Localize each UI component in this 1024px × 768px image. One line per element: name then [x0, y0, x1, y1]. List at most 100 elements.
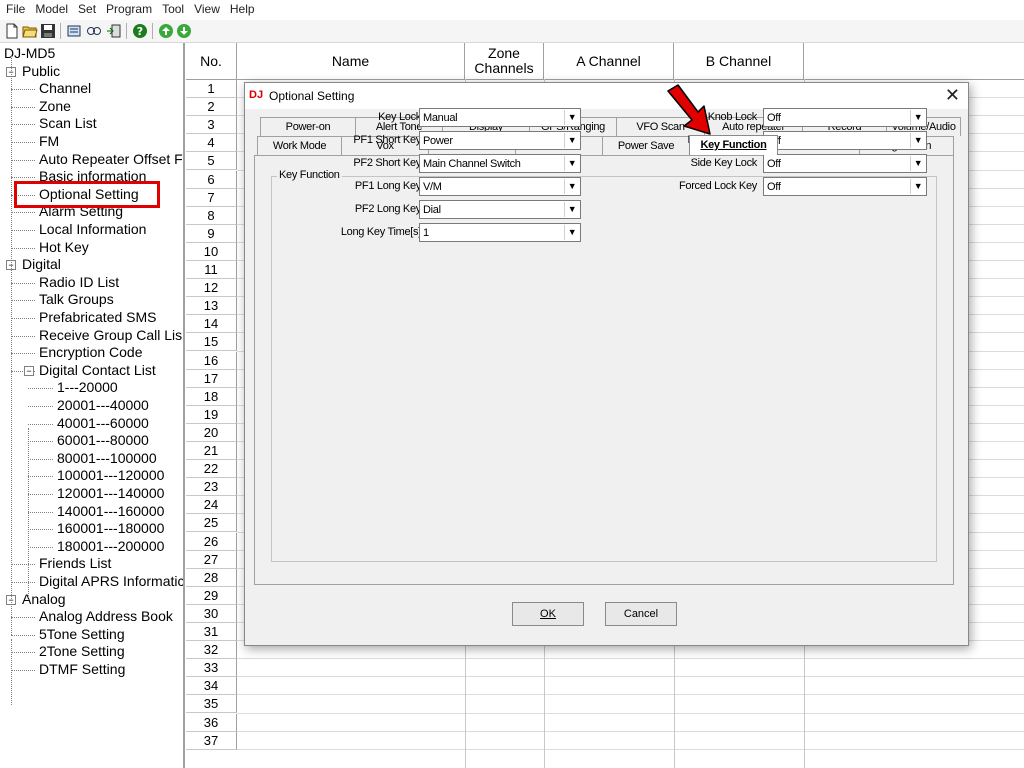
chevron-down-icon[interactable]: ▼ [564, 156, 579, 171]
chevron-down-icon[interactable]: ▼ [910, 179, 925, 194]
row-number[interactable]: 15 [186, 333, 237, 352]
tree-item[interactable]: Auto Repeater Offset F [39, 151, 183, 168]
row-number[interactable]: 13 [186, 297, 237, 316]
tree-node-contact-list[interactable]: Digital Contact List [39, 362, 156, 379]
row-number[interactable]: 10 [186, 242, 237, 261]
tree-item[interactable]: Talk Groups [39, 291, 114, 308]
row-number[interactable]: 34 [186, 677, 237, 696]
tree-item[interactable]: Scan List [39, 115, 97, 132]
tree-item[interactable]: Friends List [39, 555, 111, 572]
dropdown-select[interactable]: Power ▼ [419, 131, 581, 150]
read-radio-icon[interactable] [66, 23, 82, 39]
chevron-down-icon[interactable]: ▼ [564, 225, 579, 240]
ok-button[interactable]: OK [512, 602, 584, 626]
dropdown-select[interactable]: Off▼ [763, 108, 927, 127]
chevron-down-icon[interactable]: ▼ [564, 133, 579, 148]
dropdown-select[interactable]: Off▼ [763, 177, 927, 196]
row-number[interactable]: 29 [186, 586, 237, 605]
tree-item[interactable]: Prefabricated SMS [39, 309, 157, 326]
row-number[interactable]: 28 [186, 568, 237, 587]
tree-item[interactable]: 40001---60000 [57, 415, 149, 432]
cancel-button[interactable]: Cancel [605, 602, 677, 626]
tree-item[interactable]: Receive Group Call Lis [39, 327, 182, 344]
row-number[interactable]: 19 [186, 405, 237, 424]
row-number[interactable]: 26 [186, 532, 237, 551]
tree-item[interactable]: Radio ID List [39, 274, 119, 291]
row-number[interactable]: 33 [186, 659, 237, 678]
tree-item[interactable]: 60001---80000 [57, 432, 149, 449]
tree-item[interactable]: Local Information [39, 221, 146, 238]
row-number[interactable]: 6 [186, 170, 237, 189]
chevron-down-icon[interactable]: ▼ [910, 156, 925, 171]
tree-item[interactable]: DTMF Setting [39, 661, 125, 678]
write-radio-icon[interactable] [86, 23, 102, 39]
row-number[interactable]: 5 [186, 152, 237, 171]
row-number[interactable]: 32 [186, 641, 237, 660]
export-icon[interactable] [106, 23, 122, 39]
row-number[interactable]: 4 [186, 134, 237, 153]
tree-item[interactable]: 180001---200000 [57, 538, 164, 555]
row-number[interactable]: 35 [186, 695, 237, 714]
row-number[interactable]: 30 [186, 604, 237, 623]
collapse-icon[interactable]: − [24, 365, 34, 376]
dropdown-select[interactable]: Main Channel Switch ▼ [419, 154, 581, 173]
row-number[interactable]: 12 [186, 279, 237, 298]
help-icon[interactable]: ? [132, 23, 148, 39]
dropdown-select[interactable]: Off▼ [763, 131, 927, 150]
tree-node-public[interactable]: Public [22, 63, 60, 80]
row-number[interactable]: 21 [186, 442, 237, 460]
menu-help[interactable]: Help [224, 0, 259, 16]
row-number[interactable]: 24 [186, 496, 237, 515]
row-number[interactable]: 31 [186, 623, 237, 641]
tree-item[interactable]: Zone [39, 98, 71, 115]
row-number[interactable]: 7 [186, 188, 237, 207]
row-number[interactable]: 18 [186, 387, 237, 406]
menu-view[interactable]: View [188, 0, 224, 16]
row-number[interactable]: 17 [186, 369, 237, 388]
chevron-down-icon[interactable]: ▼ [564, 202, 579, 217]
chevron-down-icon[interactable]: ▼ [564, 179, 579, 194]
chevron-down-icon[interactable]: ▼ [564, 110, 579, 125]
tree-item[interactable]: 2Tone Setting [39, 643, 125, 660]
column-header[interactable]: Name [237, 43, 465, 80]
tree-item[interactable]: 1---20000 [57, 379, 118, 396]
row-number[interactable]: 27 [186, 550, 237, 569]
row-number[interactable]: 36 [186, 713, 237, 732]
new-file-icon[interactable] [4, 23, 20, 39]
tree-item[interactable]: Hot Key [39, 239, 89, 256]
row-number[interactable]: 3 [186, 116, 237, 135]
open-folder-icon[interactable] [22, 23, 38, 39]
column-header[interactable]: A Channel [544, 43, 674, 80]
tree-item[interactable]: Analog Address Book [39, 608, 173, 625]
row-number[interactable]: 9 [186, 224, 237, 243]
row-number[interactable]: 22 [186, 460, 237, 479]
column-header[interactable]: B Channel [674, 43, 804, 80]
column-header[interactable]: No. [186, 43, 237, 80]
dropdown-select[interactable]: V/M ▼ [419, 177, 581, 196]
row-number[interactable]: 23 [186, 478, 237, 497]
menu-model[interactable]: Model [29, 0, 72, 16]
menu-tool[interactable]: Tool [156, 0, 188, 16]
tree-item[interactable]: 100001---120000 [57, 467, 164, 484]
chevron-down-icon[interactable]: ▼ [910, 110, 925, 125]
row-number[interactable]: 20 [186, 423, 237, 442]
tree-item[interactable]: 80001---100000 [57, 450, 157, 467]
row-number[interactable]: 1 [186, 80, 237, 98]
tree-item[interactable]: FM [39, 133, 59, 150]
tree-item[interactable]: 140001---160000 [57, 503, 164, 520]
row-number[interactable]: 37 [186, 731, 237, 750]
menu-file[interactable]: File [0, 0, 29, 16]
tree-item[interactable]: Encryption Code [39, 344, 143, 361]
menu-program[interactable]: Program [100, 0, 156, 16]
tree-item[interactable]: Digital APRS Informatic [39, 573, 183, 590]
save-icon[interactable] [40, 23, 56, 39]
column-header[interactable]: Zone Channels [465, 43, 544, 80]
tree-item[interactable]: Channel [39, 80, 91, 97]
tree-node-digital[interactable]: Digital [22, 256, 61, 273]
upload-icon[interactable] [158, 23, 174, 39]
download-icon[interactable] [176, 23, 192, 39]
row-number[interactable]: 16 [186, 351, 237, 370]
row-number[interactable]: 25 [186, 514, 237, 533]
dropdown-select[interactable]: Dial ▼ [419, 200, 581, 219]
tree-item[interactable]: 5Tone Setting [39, 626, 125, 643]
